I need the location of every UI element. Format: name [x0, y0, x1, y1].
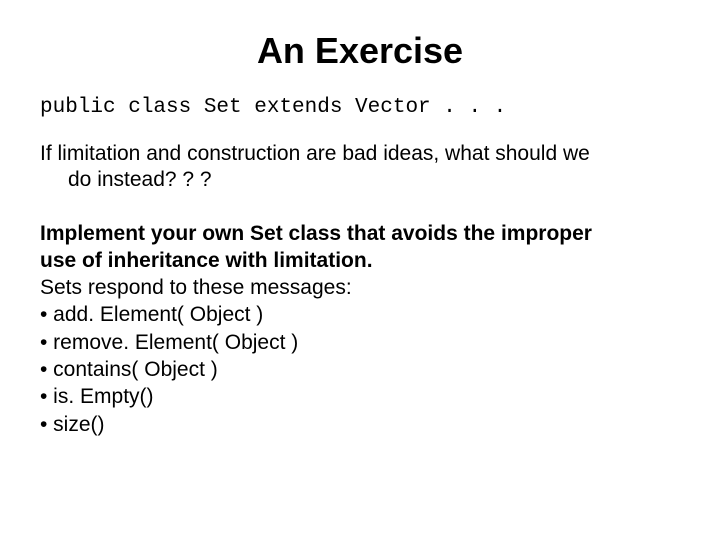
bullet-contains: • contains( Object )	[40, 356, 680, 383]
respond-line: Sets respond to these messages:	[40, 276, 352, 299]
instruction-line-2: use of inheritance with limitation.	[40, 249, 373, 272]
question-paragraph: If limitation and construction are bad i…	[40, 141, 680, 194]
question-line-1: If limitation and construction are bad i…	[40, 142, 590, 165]
slide: An Exercise public class Set extends Vec…	[0, 0, 720, 458]
code-declaration: public class Set extends Vector . . .	[40, 96, 680, 119]
bullet-size: • size()	[40, 411, 680, 438]
question-line-2: do instead? ? ?	[40, 167, 680, 193]
bullet-is-empty: • is. Empty()	[40, 383, 680, 410]
instruction-block: Implement your own Set class that avoids…	[40, 220, 680, 438]
bullet-remove-element: • remove. Element( Object )	[40, 329, 680, 356]
instruction-line-1: Implement your own Set class that avoids…	[40, 222, 592, 245]
bullet-add-element: • add. Element( Object )	[40, 301, 680, 328]
slide-title: An Exercise	[40, 30, 680, 72]
